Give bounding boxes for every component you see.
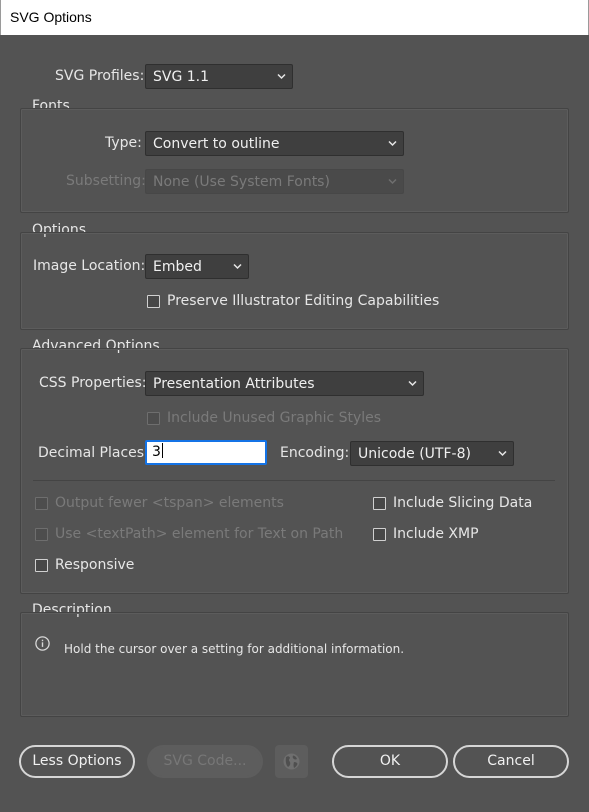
svg-profiles-value: SVG 1.1	[153, 69, 210, 85]
description-group	[20, 612, 569, 717]
font-type-value: Convert to outline	[153, 136, 280, 152]
less-options-button[interactable]: Less Options	[19, 745, 135, 778]
svg-profiles-dropdown[interactable]: SVG 1.1	[145, 64, 293, 89]
textpath-label: Use <textPath> element for Text on Path	[55, 526, 344, 542]
encoding-value: Unicode (UTF-8)	[358, 446, 471, 462]
image-location-value: Embed	[153, 259, 202, 275]
include-xmp-checkbox[interactable]	[373, 528, 386, 541]
css-properties-label: CSS Properties:	[39, 375, 147, 391]
globe-icon	[282, 752, 301, 775]
preserve-editing-label: Preserve Illustrator Editing Capabilitie…	[167, 293, 440, 309]
svg-code-button[interactable]: SVG Code...	[147, 745, 263, 778]
chevron-down-icon	[233, 263, 242, 270]
fewer-tspan-checkbox[interactable]	[35, 497, 48, 510]
decimal-places-label: Decimal Places:	[38, 445, 149, 461]
css-properties-dropdown[interactable]: Presentation Attributes	[145, 371, 424, 396]
chevron-down-icon	[408, 380, 417, 387]
slicing-data-checkbox[interactable]	[373, 497, 386, 510]
slicing-data-label: Include Slicing Data	[393, 495, 533, 511]
info-circle-icon	[35, 636, 50, 651]
globe-button[interactable]	[275, 745, 308, 778]
font-type-dropdown[interactable]: Convert to outline	[145, 131, 404, 156]
preserve-editing-checkbox[interactable]	[147, 295, 160, 308]
unused-styles-label: Include Unused Graphic Styles	[167, 410, 382, 426]
svg-profiles-label: SVG Profiles:	[55, 68, 145, 84]
chevron-down-icon	[498, 450, 507, 457]
encoding-dropdown[interactable]: Unicode (UTF-8)	[350, 441, 514, 466]
css-properties-value: Presentation Attributes	[153, 376, 315, 392]
responsive-checkbox[interactable]	[35, 559, 48, 572]
ok-button[interactable]: OK	[332, 745, 448, 778]
decimal-places-input[interactable]: 3	[145, 440, 267, 465]
textpath-checkbox[interactable]	[35, 528, 48, 541]
subsetting-label: Subsetting:	[66, 173, 146, 189]
options-group	[20, 232, 569, 330]
decimal-places-value: 3	[152, 444, 161, 460]
cancel-button[interactable]: Cancel	[453, 745, 569, 778]
chevron-down-icon	[277, 73, 286, 80]
fewer-tspan-label: Output fewer <tspan> elements	[55, 495, 284, 511]
responsive-label: Responsive	[55, 557, 135, 573]
description-text: Hold the cursor over a setting for addit…	[64, 642, 405, 656]
include-xmp-label: Include XMP	[393, 526, 479, 542]
unused-styles-checkbox[interactable]	[147, 412, 160, 425]
chevron-down-icon	[388, 178, 397, 185]
fonts-group	[20, 108, 569, 213]
chevron-down-icon	[388, 140, 397, 147]
text-caret	[161, 443, 163, 458]
subsetting-dropdown[interactable]: None (Use System Fonts)	[145, 169, 404, 194]
image-location-dropdown[interactable]: Embed	[145, 254, 249, 279]
image-location-label: Image Location:	[33, 258, 146, 274]
subsetting-value: None (Use System Fonts)	[153, 174, 330, 190]
advanced-separator	[33, 480, 555, 481]
window-title: SVG Options	[10, 9, 92, 25]
font-type-label: Type:	[105, 135, 142, 151]
encoding-label: Encoding:	[280, 445, 350, 461]
title-bar: SVG Options	[0, 0, 589, 35]
